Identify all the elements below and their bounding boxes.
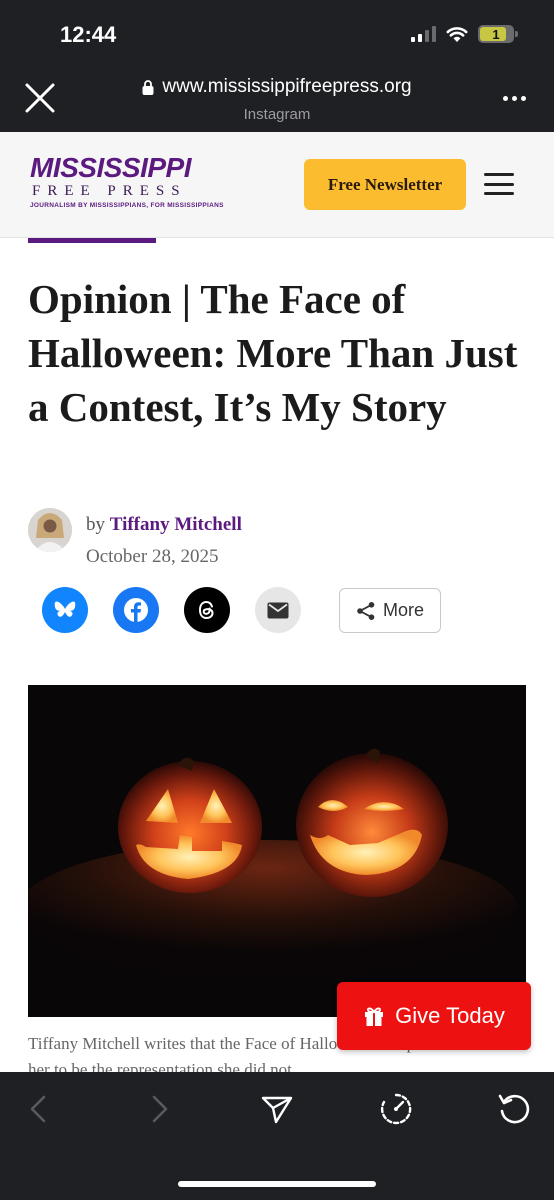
byline-text: by Tiffany Mitchell — [86, 514, 242, 536]
article-title: Opinion | The Face of Halloween: More Th… — [28, 276, 518, 430]
more-options-icon[interactable] — [503, 96, 526, 101]
give-today-button[interactable]: Give Today — [337, 982, 531, 1050]
more-label: More — [382, 600, 424, 620]
url-text: www.mississippifreepress.org — [162, 76, 412, 97]
give-today-label: Give Today — [395, 1003, 505, 1028]
email-share-button[interactable] — [255, 587, 301, 633]
home-indicator — [178, 1181, 376, 1187]
article-hero-image — [28, 685, 526, 1017]
address-bar[interactable]: www.mississippifreepress.org Instagram — [0, 76, 554, 123]
battery-icon: 1 — [478, 25, 518, 43]
author-link[interactable]: Tiffany Mitchell — [110, 514, 242, 535]
threads-icon — [198, 600, 214, 620]
forward-icon[interactable] — [142, 1092, 176, 1126]
cellular-signal-icon — [411, 26, 436, 42]
bluesky-share-button[interactable] — [42, 587, 88, 633]
browser-chrome: 12:44 1 www.mississippifreepress.org Ins… — [0, 0, 554, 132]
free-newsletter-button[interactable]: Free Newsletter — [304, 159, 466, 210]
logo-tagline: JOURNALISM BY MISSISSIPPIANS, FOR MISSIS… — [30, 202, 224, 209]
facebook-share-button[interactable] — [113, 587, 159, 633]
bluesky-icon — [54, 601, 76, 617]
refresh-icon[interactable] — [497, 1092, 531, 1126]
site-logo[interactable]: MISSISSIPPI FREE PRESS JOURNALISM BY MIS… — [30, 154, 230, 214]
source-label: Instagram — [243, 105, 311, 123]
lock-icon — [142, 79, 154, 95]
facebook-icon — [124, 598, 148, 622]
menu-icon[interactable] — [484, 173, 514, 195]
accent-bar — [28, 238, 156, 243]
site-header: MISSISSIPPI FREE PRESS JOURNALISM BY MIS… — [0, 132, 554, 238]
by-label: by — [86, 514, 105, 535]
share-icon — [357, 601, 375, 620]
author-avatar[interactable] — [28, 508, 72, 552]
logo-line1: MISSISSIPPI — [30, 152, 192, 183]
logo-line2: FREE PRESS — [32, 183, 187, 199]
back-icon[interactable] — [22, 1092, 56, 1126]
send-icon[interactable] — [260, 1092, 294, 1126]
wifi-icon — [446, 26, 468, 42]
email-icon — [267, 602, 289, 618]
publish-date: October 28, 2025 — [86, 546, 219, 567]
threads-share-button[interactable] — [184, 587, 230, 633]
speed-icon[interactable] — [379, 1092, 413, 1126]
gift-icon — [365, 1007, 384, 1026]
battery-level: 1 — [492, 26, 500, 42]
more-share-button[interactable]: More — [339, 588, 441, 633]
status-time: 12:44 — [60, 22, 117, 47]
status-icons: 1 — [411, 25, 518, 43]
